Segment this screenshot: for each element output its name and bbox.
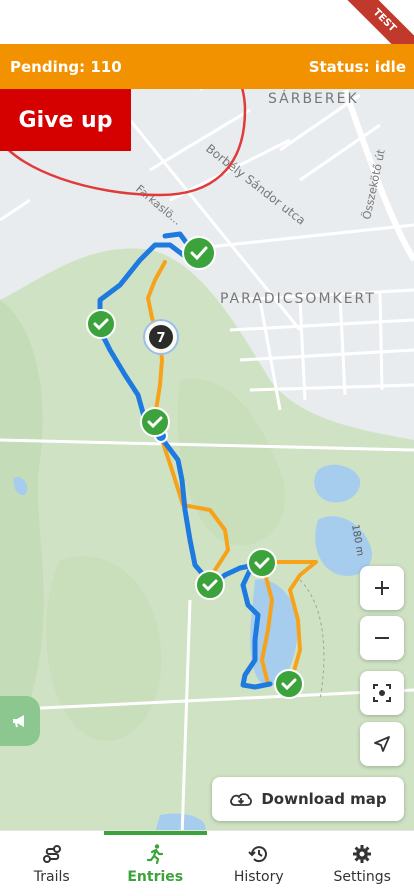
route-icon [41,843,63,865]
checkpoint-marker[interactable] [247,548,277,578]
cluster-marker[interactable]: 7 [143,319,179,355]
download-map-label: Download map [261,790,387,808]
map-label-sarberek: SÁRBEREK [268,90,359,107]
plus-icon [375,581,389,595]
checkpoint-marker[interactable] [140,407,170,437]
zoom-in-button[interactable] [360,566,404,610]
checkpoint-marker[interactable] [195,570,225,600]
checkpoint-marker[interactable] [86,309,116,339]
nav-item-history[interactable]: History [207,831,311,896]
checkpoint-marker[interactable] [182,236,216,270]
target-icon [373,684,391,702]
status-bar [0,0,414,44]
sync-info-bar: Pending: 110 Status: idle [0,44,414,89]
nav-item-trails[interactable]: Trails [0,831,104,896]
cloud-download-icon [230,793,253,806]
center-map-button[interactable] [360,671,404,715]
gear-icon [351,843,373,865]
checkpoint-marker[interactable] [274,669,304,699]
history-icon [248,843,270,865]
minus-icon [375,637,389,639]
megaphone-icon [13,715,24,728]
pending-count: Pending: 110 [10,57,122,76]
running-person-icon [144,843,166,865]
status-text: Status: idle [308,57,406,76]
download-map-button[interactable]: Download map [212,777,404,821]
zoom-out-button[interactable] [360,616,404,660]
cluster-count: 7 [156,331,165,346]
bottom-navigation: Trails Entries History Settings [0,830,414,896]
map-label-paradicsom: PARADICSOMKERT [220,291,376,307]
nav-label-history: History [233,868,284,885]
nav-item-entries[interactable]: Entries [103,831,208,896]
locate-me-button[interactable] [360,722,404,766]
nav-label-trails: Trails [33,868,70,885]
nav-label-entries: Entries [127,868,184,885]
give-up-button[interactable]: Give up [0,89,131,151]
navigate-arrow-icon [374,736,390,752]
nav-item-settings[interactable]: Settings [311,831,414,896]
nav-label-settings: Settings [333,868,391,885]
feedback-button[interactable] [0,696,40,746]
